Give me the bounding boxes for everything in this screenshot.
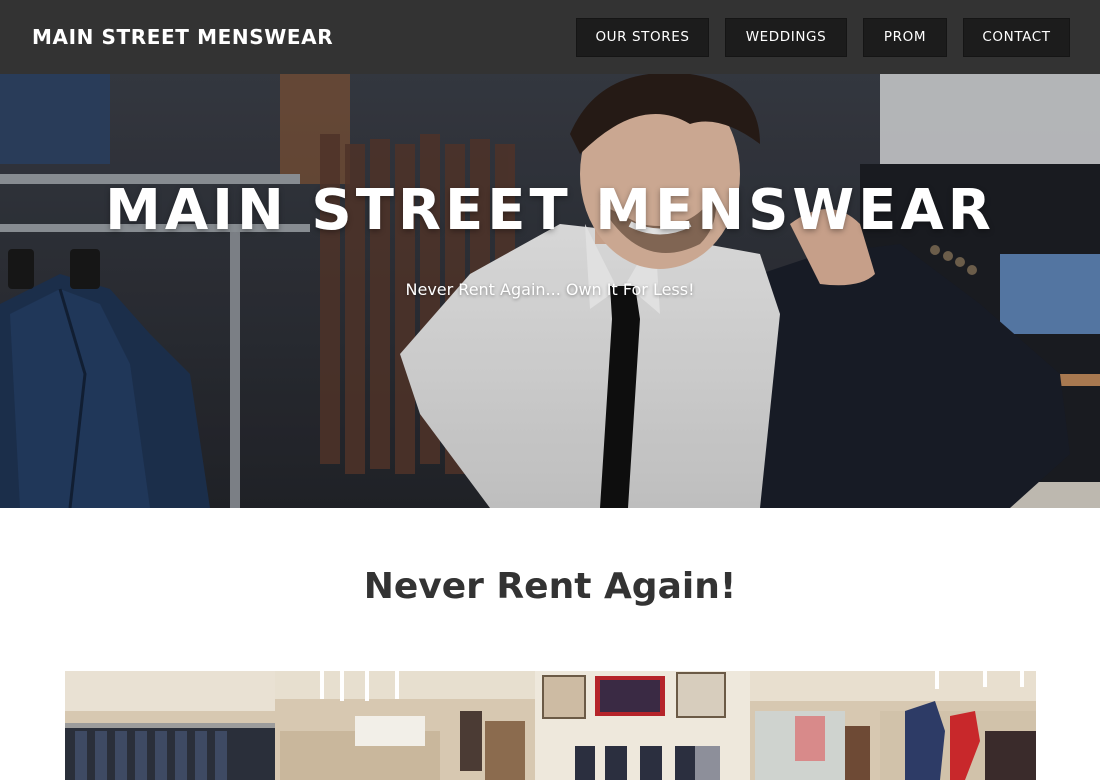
nav-prom-button[interactable]: PROM bbox=[863, 17, 947, 57]
hero-title: MAIN STREET MENSWEAR bbox=[105, 178, 995, 243]
hero-subtitle: Never Rent Again... Own It For Less! bbox=[405, 280, 695, 299]
nav-contact-button[interactable]: CONTACT bbox=[963, 17, 1070, 57]
nav-our-stores-button[interactable]: OUR STORES bbox=[576, 17, 709, 57]
hero-banner: MAIN STREET MENSWEAR Never Rent Again...… bbox=[0, 74, 1100, 508]
store-interior-image bbox=[65, 671, 1036, 780]
site-header: MAIN STREET MENSWEAR OUR STORES WEDDINGS… bbox=[0, 0, 1100, 74]
main-nav: OUR STORES WEDDINGS PROM CONTACT bbox=[576, 17, 1070, 57]
section-heading: Never Rent Again! bbox=[363, 566, 737, 607]
nav-weddings-button[interactable]: WEDDINGS bbox=[725, 17, 847, 57]
site-brand-link[interactable]: MAIN STREET MENSWEAR bbox=[32, 25, 333, 49]
